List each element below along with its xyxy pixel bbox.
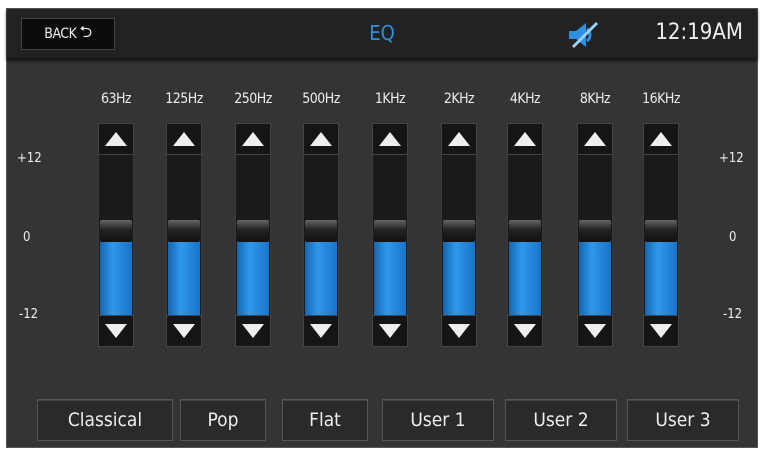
- arrow-up-icon: [650, 132, 672, 146]
- arrow-down-icon: [584, 324, 606, 338]
- preset-button-classical[interactable]: Classical: [37, 399, 173, 441]
- eq-slider-0[interactable]: [86, 123, 146, 347]
- band-label-0: 63Hz: [86, 91, 146, 107]
- preset-button-user-3[interactable]: User 3: [627, 399, 739, 441]
- slider-fill: [645, 238, 677, 315]
- band-frequency: 16KHz: [642, 91, 680, 107]
- scale-bottom-right: -12: [723, 307, 743, 322]
- band-frequency: 63Hz: [100, 91, 132, 107]
- scale-mid-right: 0: [729, 230, 737, 245]
- band-frequency: 250Hz: [234, 91, 272, 107]
- band-label-5: 2KHz: [429, 91, 489, 107]
- arrow-down-icon: [310, 324, 332, 338]
- increase-button[interactable]: [643, 123, 679, 155]
- decrease-button[interactable]: [372, 315, 408, 347]
- band-label-2: 250Hz: [223, 91, 283, 107]
- band-frequency: 2KHz: [443, 91, 475, 107]
- band-frequency: 500Hz: [302, 91, 340, 107]
- arrow-up-icon: [448, 132, 470, 146]
- arrow-down-icon: [448, 324, 470, 338]
- band-frequency: 8KHz: [579, 91, 611, 107]
- header-bar: BACK ⮌ EQ 12:19AM: [7, 9, 757, 59]
- increase-button[interactable]: [441, 123, 477, 155]
- arrow-up-icon: [310, 132, 332, 146]
- increase-button[interactable]: [507, 123, 543, 155]
- slider-fill: [100, 238, 132, 315]
- arrow-down-icon: [242, 324, 264, 338]
- slider-fill: [305, 238, 337, 315]
- slider-fill: [168, 238, 200, 315]
- mute-icon[interactable]: [567, 21, 601, 49]
- increase-button[interactable]: [372, 123, 408, 155]
- slider-fill: [374, 238, 406, 315]
- arrow-down-icon: [173, 324, 195, 338]
- slider-knob[interactable]: [645, 220, 677, 243]
- arrow-up-icon: [173, 132, 195, 146]
- decrease-button[interactable]: [166, 315, 202, 347]
- decrease-button[interactable]: [507, 315, 543, 347]
- increase-button[interactable]: [98, 123, 134, 155]
- increase-button[interactable]: [235, 123, 271, 155]
- arrow-up-icon: [584, 132, 606, 146]
- preset-button-flat[interactable]: Flat: [282, 399, 368, 441]
- band-label-4: 1KHz: [360, 91, 420, 107]
- arrow-down-icon: [379, 324, 401, 338]
- band-frequency: 125Hz: [165, 91, 203, 107]
- slider-fill: [237, 238, 269, 315]
- slider-knob[interactable]: [374, 220, 406, 243]
- decrease-button[interactable]: [441, 315, 477, 347]
- slider-knob[interactable]: [168, 220, 200, 243]
- preset-button-user-2[interactable]: User 2: [505, 399, 617, 441]
- band-label-7: 8KHz: [565, 91, 625, 107]
- band-label-3: 500Hz: [291, 91, 351, 107]
- scale-top-right: +12: [719, 151, 744, 166]
- decrease-button[interactable]: [577, 315, 613, 347]
- decrease-button[interactable]: [643, 315, 679, 347]
- eq-slider-6[interactable]: [495, 123, 555, 347]
- eq-slider-4[interactable]: [360, 123, 420, 347]
- scale-top-left: +12: [17, 151, 42, 166]
- slider-knob[interactable]: [305, 220, 337, 243]
- band-frequency: 1KHz: [374, 91, 406, 107]
- eq-slider-1[interactable]: [154, 123, 214, 347]
- arrow-down-icon: [650, 324, 672, 338]
- decrease-button[interactable]: [303, 315, 339, 347]
- decrease-button[interactable]: [98, 315, 134, 347]
- slider-knob[interactable]: [443, 220, 475, 243]
- clock: 12:19AM: [655, 20, 743, 45]
- decrease-button[interactable]: [235, 315, 271, 347]
- scale-mid-left: 0: [23, 230, 31, 245]
- eq-slider-5[interactable]: [429, 123, 489, 347]
- page-title: EQ: [369, 21, 395, 45]
- eq-slider-2[interactable]: [223, 123, 283, 347]
- arrow-up-icon: [514, 132, 536, 146]
- preset-button-user-1[interactable]: User 1: [382, 399, 494, 441]
- eq-screen: BACK ⮌ EQ 12:19AM +12 0 -12 +12 0 -12 63…: [6, 8, 758, 448]
- increase-button[interactable]: [166, 123, 202, 155]
- slider-knob[interactable]: [237, 220, 269, 243]
- arrow-down-icon: [105, 324, 127, 338]
- slider-knob[interactable]: [100, 220, 132, 243]
- increase-button[interactable]: [303, 123, 339, 155]
- slider-fill: [443, 238, 475, 315]
- slider-knob[interactable]: [579, 220, 611, 243]
- preset-button-pop[interactable]: Pop: [180, 399, 266, 441]
- arrow-up-icon: [242, 132, 264, 146]
- band-frequency: 4KHz: [509, 91, 541, 107]
- band-label-8: 16KHz: [631, 91, 691, 107]
- eq-slider-3[interactable]: [291, 123, 351, 347]
- slider-fill: [579, 238, 611, 315]
- band-label-1: 125Hz: [154, 91, 214, 107]
- arrow-up-icon: [105, 132, 127, 146]
- increase-button[interactable]: [577, 123, 613, 155]
- band-label-6: 4KHz: [495, 91, 555, 107]
- eq-slider-7[interactable]: [565, 123, 625, 347]
- arrow-down-icon: [514, 324, 536, 338]
- arrow-up-icon: [379, 132, 401, 146]
- slider-fill: [509, 238, 541, 315]
- slider-knob[interactable]: [509, 220, 541, 243]
- scale-bottom-left: -12: [19, 307, 39, 322]
- eq-slider-8[interactable]: [631, 123, 691, 347]
